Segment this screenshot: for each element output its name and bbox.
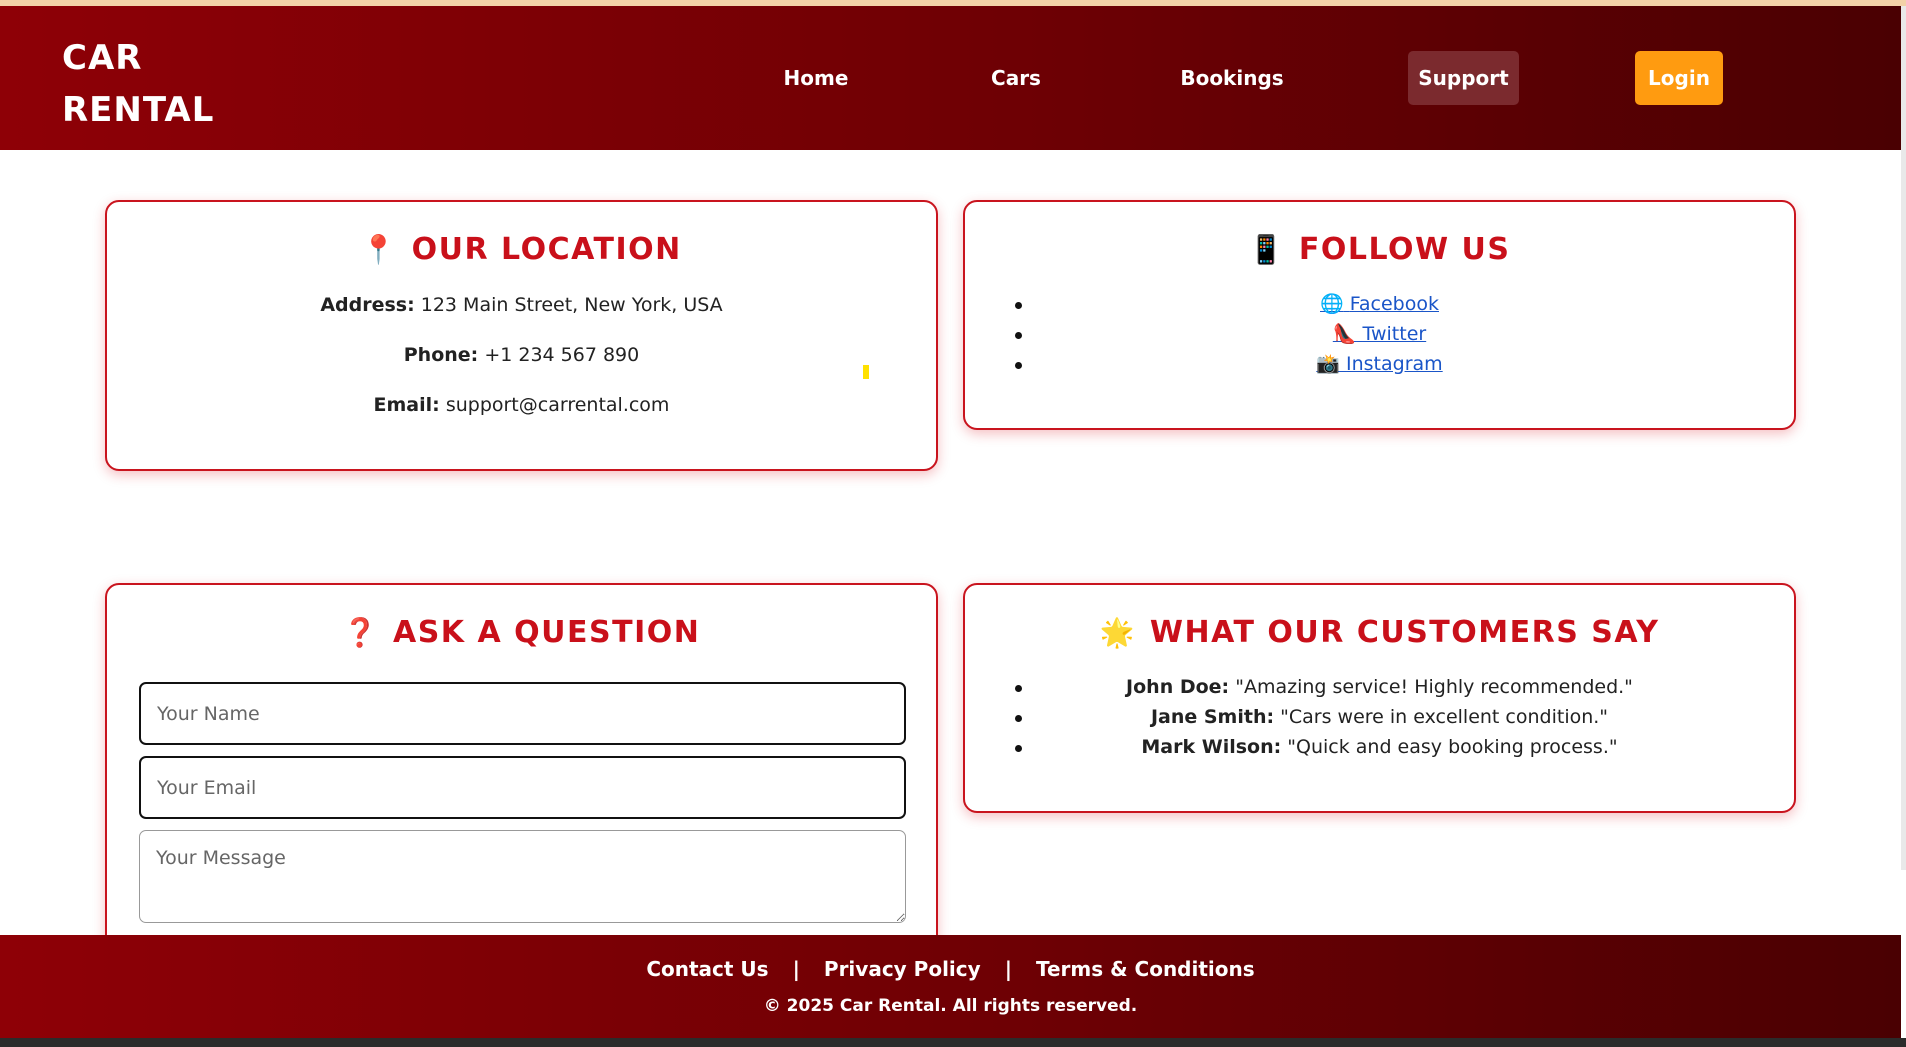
twitter-label: Twitter bbox=[1362, 323, 1427, 345]
address-label: Address: bbox=[320, 294, 415, 316]
site-header: CAR RENTAL Home Cars Bookings Support Lo… bbox=[0, 6, 1901, 150]
reviews-title: 🌟 WHAT OUR CUSTOMERS SAY bbox=[965, 615, 1794, 650]
logo-line-2: RENTAL bbox=[62, 90, 215, 130]
contact-link[interactable]: Contact Us bbox=[646, 957, 768, 981]
twitter-link[interactable]: 👠 Twitter bbox=[1333, 323, 1426, 345]
copyright-text: © 2025 Car Rental. All rights reserved. bbox=[763, 996, 1138, 1016]
follow-card: 📱 FOLLOW US 🌐 Facebook 👠 Twitter 📸 Instag… bbox=[963, 200, 1796, 430]
list-item: 👠 Twitter bbox=[965, 319, 1794, 349]
bullet bbox=[1015, 715, 1022, 722]
nav-home-link[interactable]: Home bbox=[770, 51, 862, 105]
page-scrollbar[interactable] bbox=[1901, 6, 1906, 870]
instagram-link[interactable]: 📸 Instagram bbox=[1316, 353, 1442, 375]
address-value: 123 Main Street, New York, USA bbox=[420, 294, 723, 316]
list-item: 🌐 Facebook bbox=[965, 289, 1794, 319]
reviews-list: John Doe: "Amazing service! Highly recom… bbox=[965, 672, 1794, 762]
list-item: Jane Smith: "Cars were in excellent cond… bbox=[965, 702, 1794, 732]
reviews-title-text: WHAT OUR CUSTOMERS SAY bbox=[1149, 615, 1660, 650]
email-line: Email: support@carrental.com bbox=[107, 394, 936, 416]
nav-cars-link[interactable]: Cars bbox=[980, 51, 1052, 105]
nav-bookings-link[interactable]: Bookings bbox=[1172, 51, 1292, 105]
login-button[interactable]: Login bbox=[1635, 51, 1723, 105]
bullet bbox=[1015, 362, 1022, 369]
list-item: 📸 Instagram bbox=[965, 349, 1794, 379]
email-value: support@carrental.com bbox=[445, 394, 670, 416]
ask-title: ❓ ASK A QUESTION bbox=[107, 615, 936, 650]
location-card: 📍 OUR LOCATION Address: 123 Main Street, … bbox=[105, 200, 938, 471]
email-label: Email: bbox=[373, 394, 440, 416]
reviewer-name: John Doe: bbox=[1126, 676, 1230, 698]
privacy-link[interactable]: Privacy Policy bbox=[824, 957, 981, 981]
phone-line: Phone: +1 234 567 890 bbox=[107, 344, 936, 366]
address-line: Address: 123 Main Street, New York, USA bbox=[107, 294, 936, 316]
follow-title: 📱 FOLLOW US bbox=[965, 232, 1794, 267]
phone-icon: 📱 bbox=[1248, 233, 1285, 266]
camera-icon: 📸 bbox=[1316, 353, 1340, 375]
taskbar-edge bbox=[0, 1038, 1906, 1047]
reviewer-name: Jane Smith: bbox=[1150, 706, 1275, 728]
location-title: 📍 OUR LOCATION bbox=[107, 232, 936, 267]
message-textarea[interactable] bbox=[139, 830, 906, 923]
review-quote: "Cars were in excellent condition." bbox=[1280, 706, 1609, 728]
phone-value: +1 234 567 890 bbox=[484, 344, 640, 366]
globe-icon: 🌐 bbox=[1320, 293, 1344, 315]
logo-line-1: CAR bbox=[62, 38, 143, 78]
bullet bbox=[1015, 302, 1022, 309]
yellow-marker bbox=[863, 365, 869, 379]
shoe-icon: 👠 bbox=[1332, 323, 1357, 345]
terms-link[interactable]: Terms & Conditions bbox=[1036, 957, 1255, 981]
location-title-text: OUR LOCATION bbox=[411, 232, 682, 267]
phone-label: Phone: bbox=[403, 344, 479, 366]
footer-separator: | bbox=[1004, 957, 1012, 981]
site-logo[interactable]: CAR RENTAL bbox=[62, 32, 214, 136]
bullet bbox=[1015, 745, 1022, 752]
pin-icon: 📍 bbox=[361, 233, 398, 266]
question-icon: ❓ bbox=[342, 616, 379, 649]
footer-separator: | bbox=[792, 957, 800, 981]
name-input[interactable] bbox=[139, 682, 906, 745]
star-icon: 🌟 bbox=[1099, 616, 1136, 649]
list-item: Mark Wilson: "Quick and easy booking pro… bbox=[965, 732, 1794, 762]
nav-support-link[interactable]: Support bbox=[1408, 51, 1519, 105]
bullet bbox=[1015, 332, 1022, 339]
bullet bbox=[1015, 685, 1022, 692]
facebook-label: Facebook bbox=[1349, 293, 1439, 315]
site-footer: Contact Us | Privacy Policy | Terms & Condit… bbox=[0, 935, 1901, 1038]
review-quote: "Amazing service! Highly recommended." bbox=[1235, 676, 1633, 698]
ask-title-text: ASK A QUESTION bbox=[392, 615, 701, 650]
footer-links: Contact Us | Privacy Policy | Terms & Condit… bbox=[0, 957, 1901, 981]
facebook-link[interactable]: 🌐 Facebook bbox=[1320, 293, 1439, 315]
reviews-card: 🌟 WHAT OUR CUSTOMERS SAY John Doe: "Amazi… bbox=[963, 583, 1796, 813]
list-item: John Doe: "Amazing service! Highly recom… bbox=[965, 672, 1794, 702]
instagram-label: Instagram bbox=[1346, 353, 1443, 375]
follow-title-text: FOLLOW US bbox=[1298, 232, 1511, 267]
review-quote: "Quick and easy booking process." bbox=[1287, 736, 1618, 758]
reviewer-name: Mark Wilson: bbox=[1141, 736, 1282, 758]
social-list: 🌐 Facebook 👠 Twitter 📸 Instagram bbox=[965, 289, 1794, 379]
email-input[interactable] bbox=[139, 756, 906, 819]
